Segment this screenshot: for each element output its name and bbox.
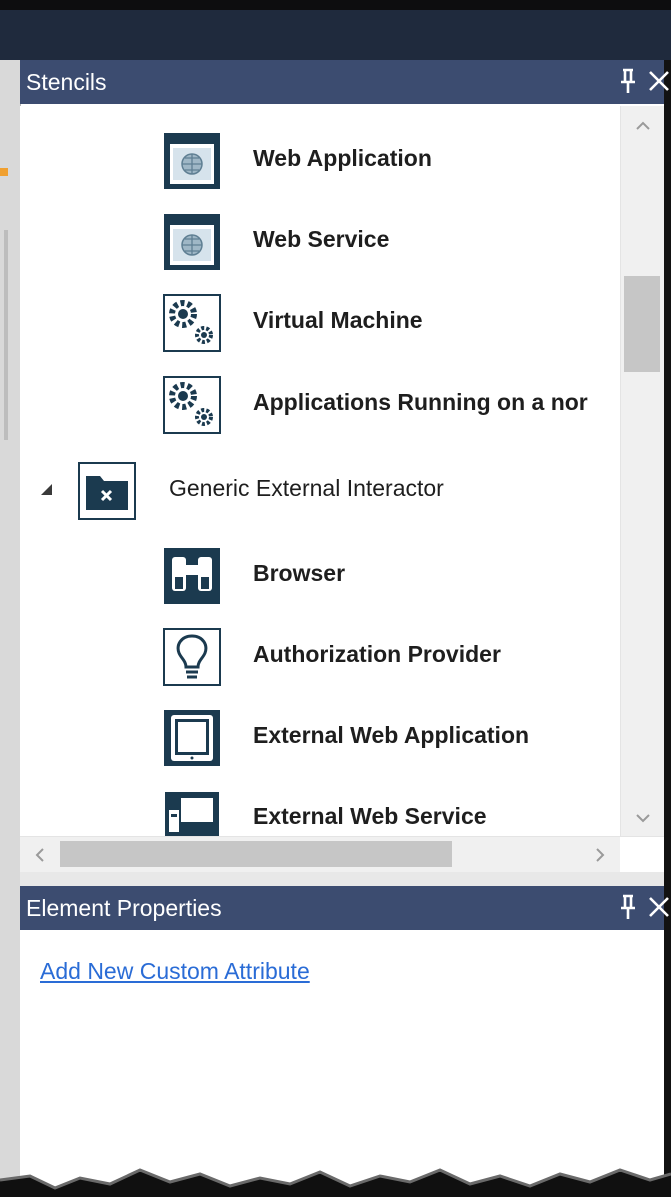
pin-icon[interactable] xyxy=(616,66,640,96)
torn-edge-decoration xyxy=(0,1168,671,1197)
app-title-bar xyxy=(0,0,671,60)
vertical-scroll-thumb[interactable] xyxy=(624,276,660,372)
stencil-vertical-scrollbar[interactable] xyxy=(620,106,664,836)
title-bar-inner xyxy=(0,10,671,60)
chevron-left-icon[interactable] xyxy=(28,843,52,867)
external-interactor-icon xyxy=(78,462,136,520)
stencil-item-authorization-provider[interactable]: Authorization Provider xyxy=(20,617,620,697)
stencil-item-label: External Web Application xyxy=(253,722,530,748)
stencil-item-browser[interactable]: Browser xyxy=(20,536,620,616)
stencil-item-external-web-service[interactable]: External Web Service xyxy=(20,779,620,836)
stencil-group-generic-external-interactor[interactable]: Generic External Interactor xyxy=(20,451,620,531)
scrollbar-corner xyxy=(620,837,664,873)
stencil-horizontal-scrollbar[interactable] xyxy=(20,836,664,873)
close-icon[interactable] xyxy=(645,892,671,922)
stencil-item-label: Web Application xyxy=(253,145,432,171)
stencil-group-label: Generic External Interactor xyxy=(169,475,444,501)
properties-panel-header: Element Properties xyxy=(20,886,669,930)
web-application-icon xyxy=(164,133,220,189)
chevron-up-icon[interactable] xyxy=(631,114,655,138)
stencil-item-label: Web Service xyxy=(253,226,390,252)
stencil-item-virtual-machine[interactable]: Virtual Machine xyxy=(20,283,620,363)
stencil-item-label: Browser xyxy=(253,560,346,586)
stencil-item-applications-running[interactable]: Applications Running on a nor xyxy=(20,365,620,445)
stencil-item-label: External Web Service xyxy=(253,803,487,829)
close-icon[interactable] xyxy=(645,66,671,96)
stencil-item-label: Virtual Machine xyxy=(253,307,423,333)
monitor-icon xyxy=(164,791,220,836)
stencils-panel-title: Stencils xyxy=(26,69,107,95)
web-service-icon xyxy=(164,214,220,270)
expanded-triangle-icon[interactable] xyxy=(38,481,54,497)
chevron-down-icon[interactable] xyxy=(631,806,655,830)
edge-marker xyxy=(0,168,8,176)
horizontal-scroll-thumb[interactable] xyxy=(60,841,452,867)
stencil-item-label: Applications Running on a nor xyxy=(253,389,588,415)
chevron-right-icon[interactable] xyxy=(588,843,612,867)
document-area-edge xyxy=(0,60,21,1197)
stencil-item-web-application[interactable]: Web Application xyxy=(20,121,620,201)
stencils-panel-header: Stencils xyxy=(20,60,669,104)
stencil-item-web-service[interactable]: Web Service xyxy=(20,202,620,282)
stencil-item-external-web-application[interactable]: External Web Application xyxy=(20,698,620,778)
window-edge xyxy=(664,60,671,1197)
stencil-item-label: Authorization Provider xyxy=(253,641,501,667)
panel-splitter[interactable] xyxy=(20,872,664,886)
properties-panel-title: Element Properties xyxy=(26,895,222,921)
lightbulb-icon xyxy=(163,628,221,686)
gears-icon xyxy=(163,376,221,434)
edge-scroll-grip xyxy=(4,230,8,440)
add-custom-attribute-link[interactable]: Add New Custom Attribute xyxy=(40,958,310,985)
tablet-icon xyxy=(164,710,220,766)
pin-icon[interactable] xyxy=(616,892,640,922)
binoculars-icon xyxy=(164,548,220,604)
stencil-list: Web Application Web Service Virtual Mach… xyxy=(20,106,620,836)
gears-icon xyxy=(163,294,221,352)
